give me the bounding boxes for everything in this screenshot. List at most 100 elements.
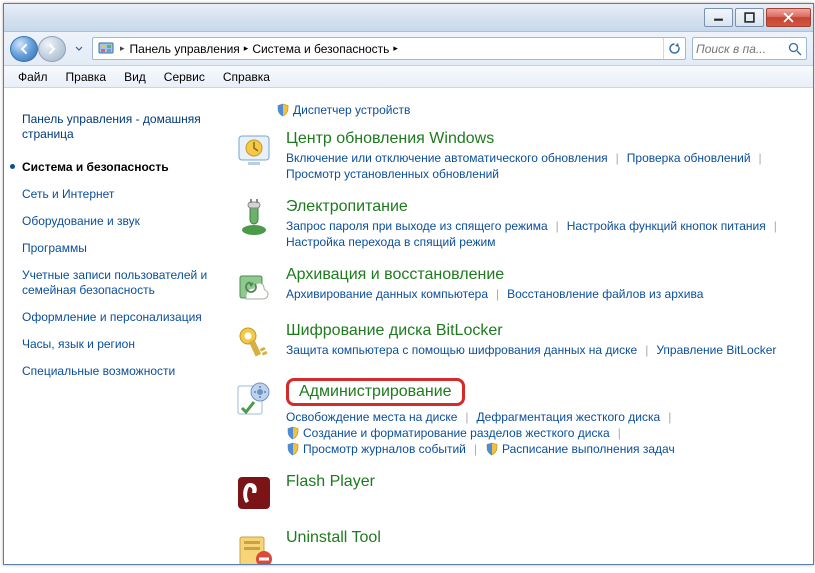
task-link[interactable]: Дефрагментация жесткого диска: [477, 409, 661, 425]
minimize-button[interactable]: [704, 8, 733, 27]
task-link[interactable]: Управление BitLocker: [656, 342, 776, 358]
control-panel-icon: [97, 40, 115, 58]
maximize-button[interactable]: [735, 8, 764, 27]
task-link[interactable]: Настройка перехода в спящий режим: [286, 234, 495, 250]
separator: |: [474, 442, 477, 456]
back-button[interactable]: [10, 36, 38, 62]
uninstall-icon: [234, 529, 274, 564]
separator: |: [774, 219, 777, 233]
menu-file[interactable]: Файл: [10, 67, 56, 87]
windows-update-icon: [234, 130, 274, 170]
nav-arrows: [10, 36, 66, 62]
search-input[interactable]: [696, 42, 787, 56]
sidebar: Панель управления - домашняя страница Си…: [4, 88, 224, 564]
category-item: Архивация и восстановление Архивирование …: [224, 266, 803, 306]
task-link[interactable]: Включение или отключение автоматического…: [286, 150, 608, 166]
breadcrumb-chevron[interactable]: ▸: [118, 43, 127, 54]
bitlocker-icon: [234, 322, 274, 362]
category-title[interactable]: Администрирование: [286, 378, 465, 406]
menu-bar: Файл Правка Вид Сервис Справка: [4, 66, 813, 88]
category-item: Администрирование Освобождение места на д…: [224, 378, 803, 457]
task-link[interactable]: Настройка функций кнопок питания: [567, 218, 766, 234]
menu-tools[interactable]: Сервис: [156, 67, 213, 87]
body: Панель управления - домашняя страница Си…: [4, 88, 813, 564]
task-link[interactable]: Расписание выполнения задач: [485, 441, 675, 457]
task-label: Запрос пароля при выходе из спящего режи…: [286, 219, 548, 233]
separator: |: [645, 343, 648, 357]
sidebar-home[interactable]: Панель управления - домашняя страница: [22, 106, 216, 148]
sidebar-item-hardware[interactable]: Оборудование и звук: [22, 208, 216, 235]
category-item: Центр обновления Windows Включение или от…: [224, 130, 803, 182]
category-body: Администрирование Освобождение места на д…: [286, 378, 803, 457]
menu-edit[interactable]: Правка: [58, 67, 115, 87]
search-box[interactable]: [692, 37, 807, 60]
task-label: Освобождение места на диске: [286, 410, 457, 424]
separator: |: [496, 287, 499, 301]
sidebar-item-programs[interactable]: Программы: [22, 235, 216, 262]
task-link[interactable]: Проверка обновлений: [627, 150, 751, 166]
main-content: Диспетчер устройств Центр обновления Win…: [224, 88, 813, 564]
task-label: Просмотр установленных обновлений: [286, 167, 499, 181]
task-label: Диспетчер устройств: [293, 103, 410, 117]
category-item: Uninstall Tool: [224, 529, 803, 564]
task-link[interactable]: Просмотр журналов событий: [286, 441, 466, 457]
sidebar-item-clock[interactable]: Часы, язык и регион: [22, 331, 216, 358]
task-link[interactable]: Создание и форматирование разделов жестк…: [286, 425, 610, 441]
category-item: Электропитание Запрос пароля при выходе и…: [224, 198, 803, 250]
task-link[interactable]: Защита компьютера с помощью шифрования д…: [286, 342, 637, 358]
shield-icon: [286, 426, 300, 440]
address-bar[interactable]: ▸ Панель управления ▸ Система и безопасн…: [92, 37, 686, 60]
menu-help[interactable]: Справка: [215, 67, 278, 87]
breadcrumb-chevron[interactable]: ▸: [391, 43, 400, 54]
category-title[interactable]: Архивация и восстановление: [286, 266, 803, 284]
task-link[interactable]: Восстановление файлов из архива: [507, 286, 703, 302]
sidebar-item-accessibility[interactable]: Специальные возможности: [22, 358, 216, 385]
navigation-bar: ▸ Панель управления ▸ Система и безопасн…: [4, 32, 813, 66]
separator: |: [616, 151, 619, 165]
separator: |: [465, 410, 468, 424]
task-label: Управление BitLocker: [656, 343, 776, 357]
task-label: Включение или отключение автоматического…: [286, 151, 608, 165]
task-label: Восстановление файлов из архива: [507, 287, 703, 301]
category-body: Uninstall Tool: [286, 529, 803, 564]
task-link[interactable]: Архивирование данных компьютера: [286, 286, 488, 302]
category-body: Шифрование диска BitLocker Защита компьют…: [286, 322, 803, 362]
sidebar-item-network[interactable]: Сеть и Интернет: [22, 181, 216, 208]
breadcrumb-item[interactable]: Система и безопасность: [252, 42, 389, 56]
category-title[interactable]: Flash Player: [286, 473, 803, 491]
task-link[interactable]: Запрос пароля при выходе из спящего режи…: [286, 218, 548, 234]
power-icon: [234, 198, 274, 238]
category-body: Электропитание Запрос пароля при выходе и…: [286, 198, 803, 250]
category-title[interactable]: Центр обновления Windows: [286, 130, 803, 148]
category-title[interactable]: Шифрование диска BitLocker: [286, 322, 803, 340]
sidebar-item-system-security[interactable]: Система и безопасность: [22, 154, 216, 181]
task-label: Настройка перехода в спящий режим: [286, 235, 495, 249]
category-tasks: Включение или отключение автоматического…: [286, 150, 803, 182]
task-device-manager[interactable]: Диспетчер устройств: [276, 102, 410, 118]
menu-view[interactable]: Вид: [116, 67, 154, 87]
breadcrumb-chevron[interactable]: ▸: [242, 43, 251, 54]
separator: |: [556, 219, 559, 233]
close-button[interactable]: [766, 8, 811, 27]
task-label: Просмотр журналов событий: [303, 442, 466, 456]
forward-button[interactable]: [38, 36, 66, 62]
backup-icon: [234, 266, 274, 306]
breadcrumb-item[interactable]: Панель управления: [130, 42, 240, 56]
refresh-button[interactable]: [663, 38, 685, 59]
shield-icon: [485, 442, 499, 456]
admin-icon: [234, 378, 274, 418]
separator: |: [759, 151, 762, 165]
titlebar: [4, 4, 813, 32]
task-label: Проверка обновлений: [627, 151, 751, 165]
task-link[interactable]: Просмотр установленных обновлений: [286, 166, 499, 182]
category-body: Flash Player: [286, 473, 803, 513]
category-title[interactable]: Uninstall Tool: [286, 529, 803, 547]
sidebar-item-appearance[interactable]: Оформление и персонализация: [22, 304, 216, 331]
sidebar-item-users[interactable]: Учетные записи пользователей и семейная …: [22, 262, 216, 304]
category-item: Шифрование диска BitLocker Защита компьют…: [224, 322, 803, 362]
search-icon[interactable]: [787, 41, 803, 57]
task-link[interactable]: Освобождение места на диске: [286, 409, 457, 425]
history-dropdown[interactable]: [72, 36, 86, 62]
flash-icon: [234, 473, 274, 513]
category-title[interactable]: Электропитание: [286, 198, 803, 216]
